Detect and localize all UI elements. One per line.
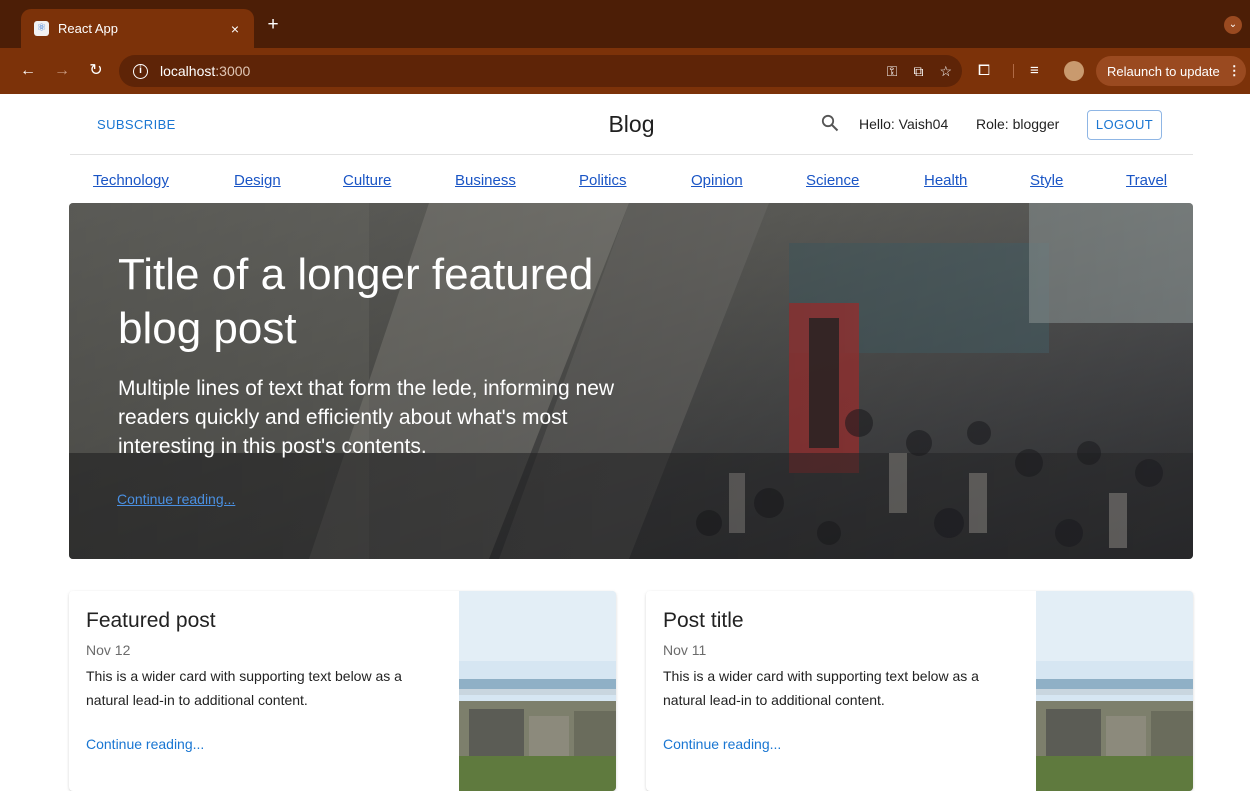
relaunch-button[interactable]: Relaunch to update ⋮ (1096, 56, 1246, 86)
reload-icon[interactable]: ↻ (84, 59, 108, 83)
post-title: Featured post (86, 609, 216, 632)
nav-link-health[interactable]: Health (924, 172, 967, 189)
post-thumbnail-image (459, 591, 616, 791)
back-arrow-icon[interactable]: ← (16, 59, 40, 83)
post-card[interactable]: Post title Nov 11 This is a wider card w… (646, 591, 1193, 791)
page: SUBSCRIBE Blog Hello: Vaish04 Role: blog… (0, 94, 1250, 791)
url-port: :3000 (215, 63, 251, 79)
url-host: localhost (160, 63, 216, 79)
browser-tab-strip: ⚛ React App × + ⌄ (0, 0, 1250, 48)
react-favicon-icon: ⚛ (34, 21, 49, 36)
tab-search-chevron-icon[interactable]: ⌄ (1224, 16, 1242, 34)
profile-avatar[interactable] (1064, 61, 1084, 81)
logout-button[interactable]: LOGOUT (1087, 110, 1162, 140)
hero-title: Title of a longer featured blog post (118, 250, 594, 353)
nav-link-technology[interactable]: Technology (93, 172, 169, 189)
nav-link-opinion[interactable]: Opinion (691, 172, 743, 189)
post-date: Nov 11 (663, 642, 707, 658)
browser-toolbar: ← → ↻ i localhost:3000 ⚿ ⧉ ☆ ⧠ ≡ Relaunc… (0, 48, 1250, 94)
nav-link-culture[interactable]: Culture (343, 172, 391, 189)
post-excerpt: This is a wider card with supporting tex… (663, 668, 979, 708)
forward-arrow-icon[interactable]: → (50, 59, 74, 83)
extensions-puzzle-icon[interactable]: ⧠ (978, 62, 990, 79)
nav-link-style[interactable]: Style (1030, 172, 1063, 189)
post-date: Nov 12 (86, 642, 131, 658)
blog-header: SUBSCRIBE Blog Hello: Vaish04 Role: blog… (70, 94, 1193, 155)
nav-link-politics[interactable]: Politics (579, 172, 627, 189)
post-excerpt: This is a wider card with supporting tex… (86, 668, 402, 708)
nav-link-science[interactable]: Science (806, 172, 859, 189)
relaunch-label: Relaunch to update (1107, 63, 1220, 79)
featured-hero: Title of a longer featured blog post Mul… (69, 203, 1193, 559)
hero-lede: Multiple lines of text that form the led… (118, 377, 615, 458)
post-continue-reading-link[interactable]: Continue reading... (86, 736, 204, 752)
post-card[interactable]: Featured post Nov 12 This is a wider car… (69, 591, 616, 791)
hero-continue-reading-link[interactable]: Continue reading... (117, 491, 235, 507)
nav-link-travel[interactable]: Travel (1126, 172, 1167, 189)
bookmark-star-icon[interactable]: ☆ (939, 63, 952, 80)
site-info-icon[interactable]: i (133, 63, 148, 79)
post-continue-reading-link[interactable]: Continue reading... (663, 736, 781, 752)
reading-list-icon[interactable]: ≡ (1030, 62, 1039, 79)
more-menu-icon[interactable]: ⋮ (1228, 63, 1241, 79)
nav-link-business[interactable]: Business (455, 172, 516, 189)
browser-tab[interactable]: ⚛ React App × (21, 9, 254, 48)
address-bar[interactable]: i localhost:3000 ⚿ ⧉ ☆ (119, 55, 962, 87)
nav-link-design[interactable]: Design (234, 172, 281, 189)
category-nav: Technology Design Culture Business Polit… (70, 156, 1193, 202)
post-title: Post title (663, 609, 744, 632)
search-icon[interactable] (821, 114, 839, 132)
user-greeting: Hello: Vaish04 (859, 116, 949, 132)
password-key-icon[interactable]: ⚿ (887, 63, 898, 80)
tab-close-icon[interactable]: × (224, 21, 246, 37)
post-thumbnail-image (1036, 591, 1193, 791)
user-role: Role: blogger (976, 116, 1060, 132)
tab-title: React App (58, 21, 118, 36)
toolbar-divider (1013, 64, 1014, 78)
install-app-icon[interactable]: ⧉ (913, 63, 923, 80)
new-tab-button[interactable]: + (262, 14, 284, 36)
